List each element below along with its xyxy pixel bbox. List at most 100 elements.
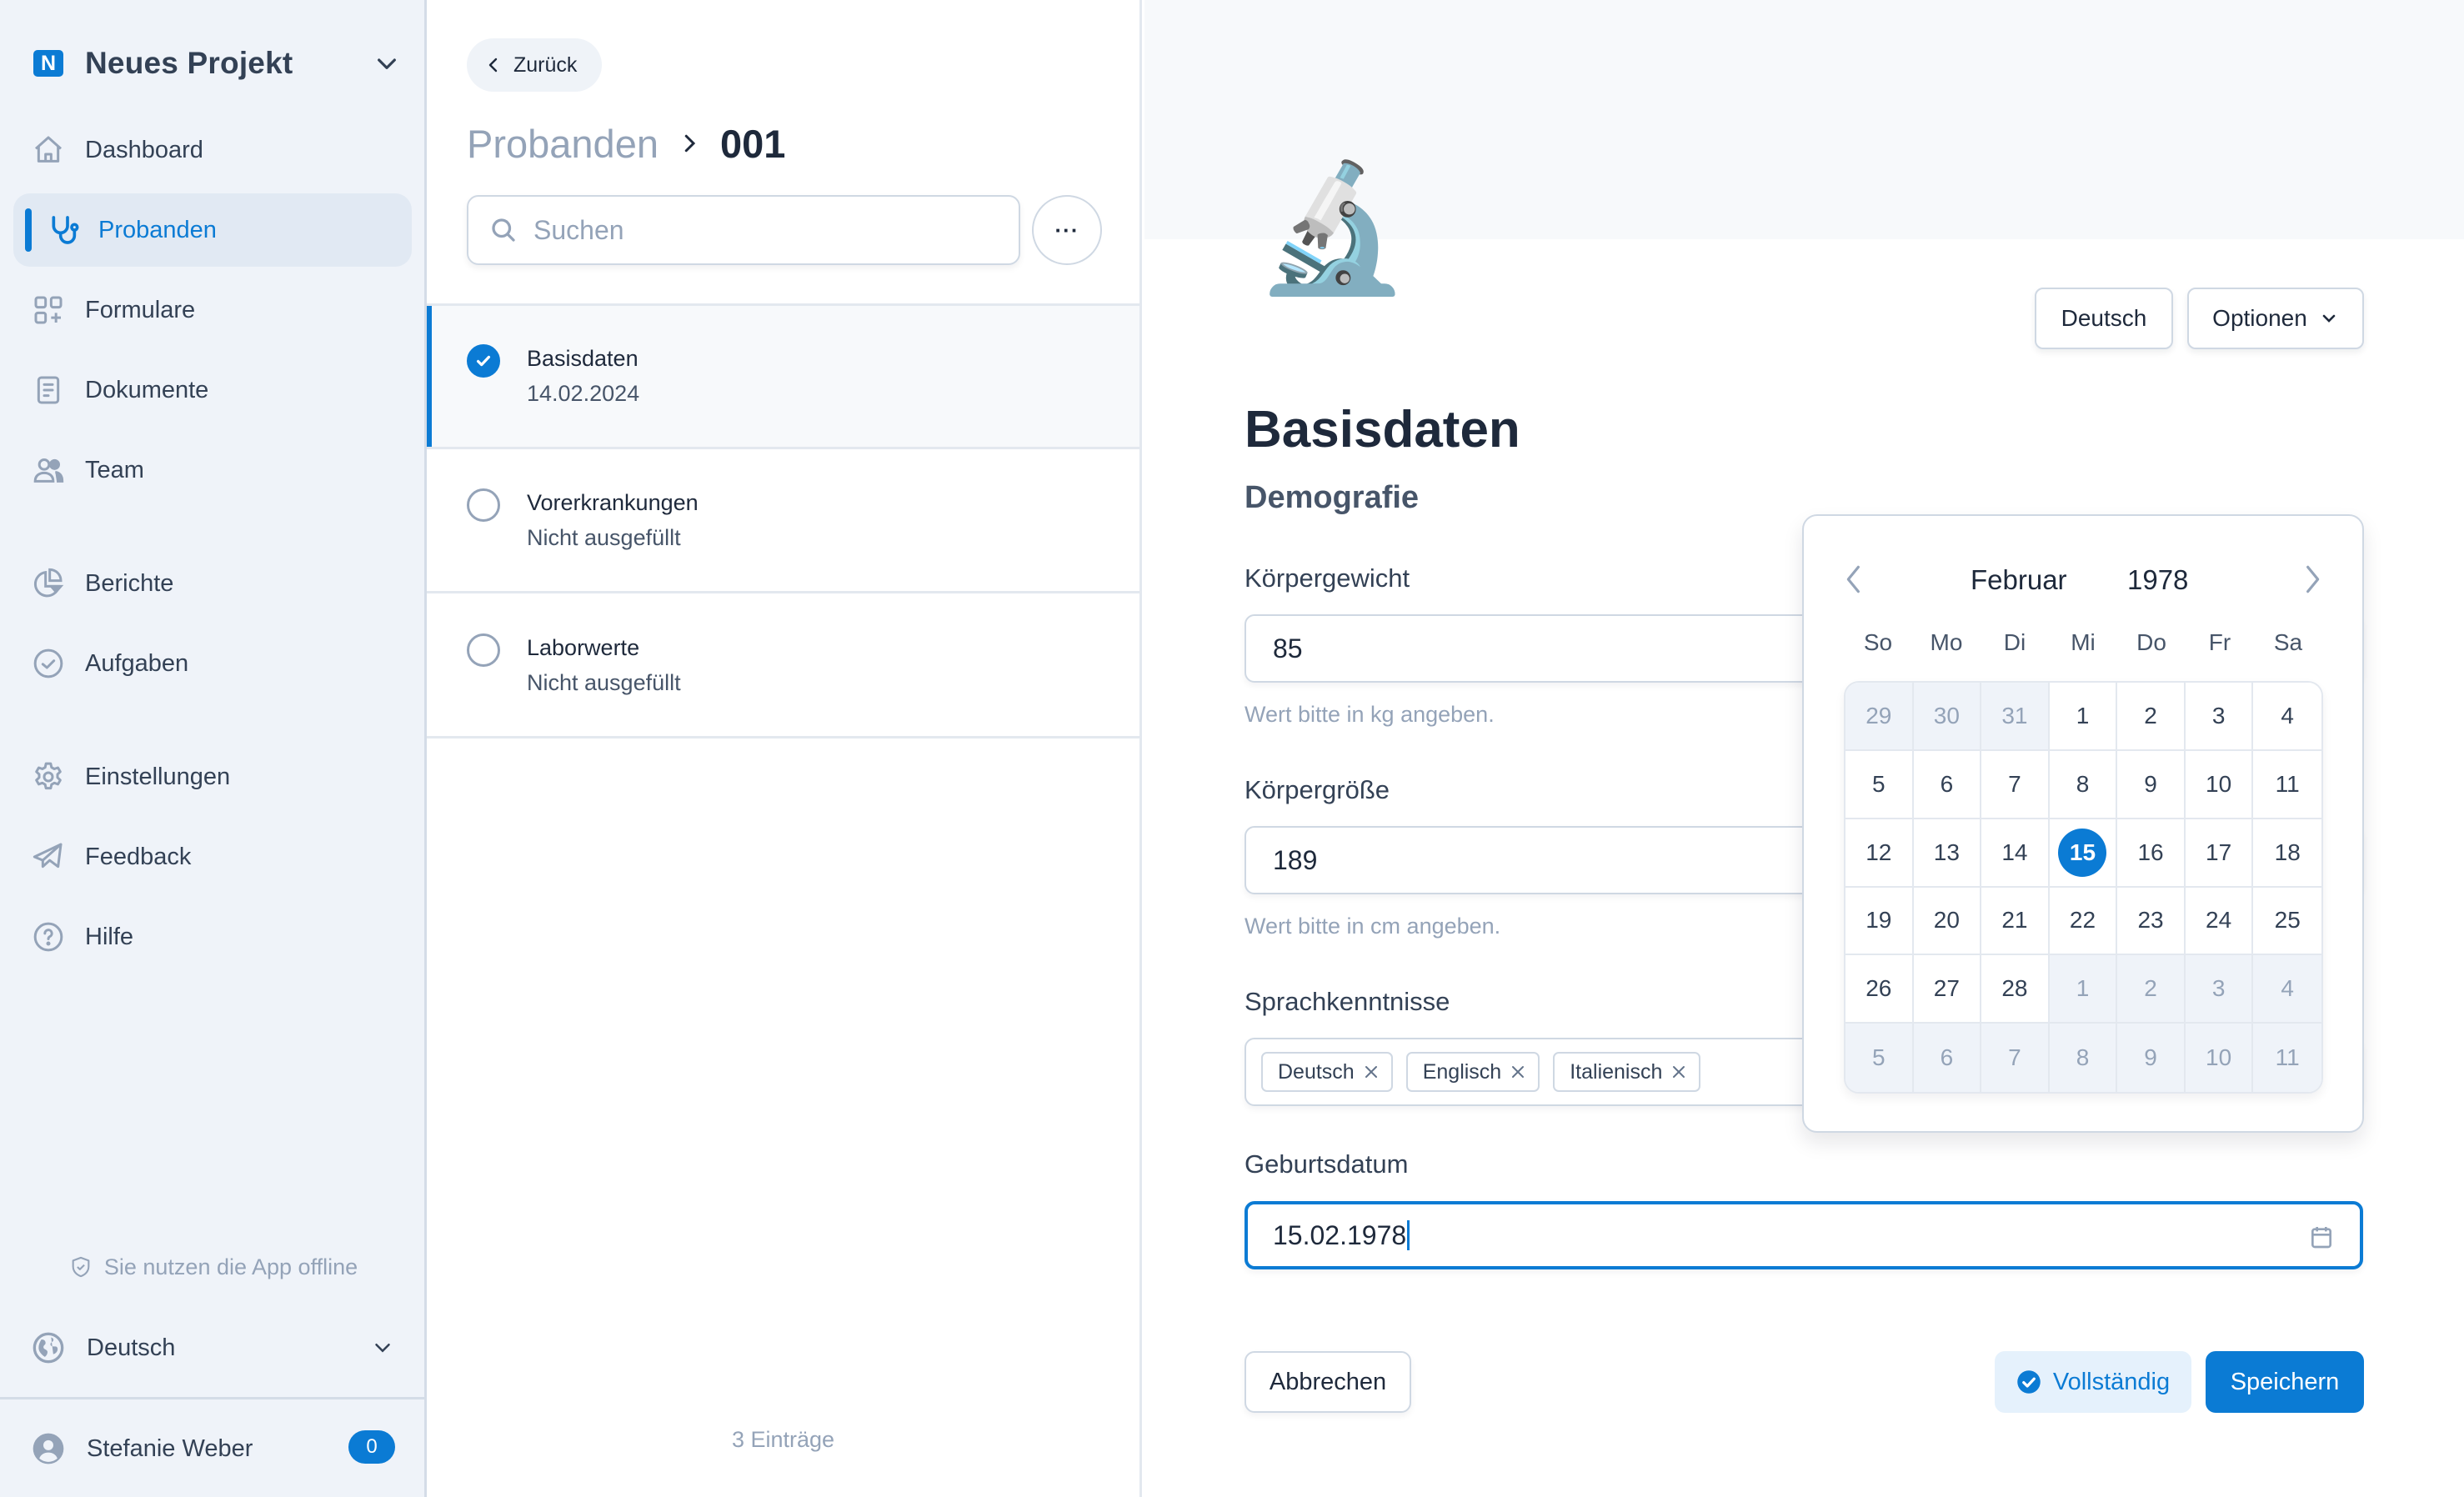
- back-button[interactable]: Zurück: [467, 38, 602, 92]
- project-switcher[interactable]: N Neues Projekt: [33, 42, 400, 85]
- calendar-day-selected[interactable]: 15: [2049, 819, 2118, 888]
- calendar-day[interactable]: 20: [1913, 887, 1982, 956]
- calendar-day[interactable]: 4: [2253, 955, 2321, 1024]
- calendar-day[interactable]: 1: [2049, 955, 2118, 1024]
- calendar-day[interactable]: 9: [2117, 750, 2186, 819]
- options-button[interactable]: Optionen: [2187, 288, 2364, 349]
- calendar-day[interactable]: 27: [1913, 955, 1982, 1024]
- list-item[interactable]: Basisdaten 14.02.2024: [427, 306, 1139, 449]
- user-profile[interactable]: Stefanie Weber 0: [32, 1429, 395, 1469]
- calendar-day[interactable]: 24: [2185, 887, 2254, 956]
- weekday-label: Fr: [2208, 629, 2231, 655]
- calendar-day[interactable]: 2: [2117, 683, 2186, 751]
- calendar-day-number: 31: [2001, 702, 2028, 728]
- remove-tag-icon[interactable]: [1670, 1064, 1687, 1080]
- calendar-day-number: 13: [1933, 839, 1960, 865]
- calendar-day[interactable]: 9: [2117, 1024, 2186, 1092]
- language-selector[interactable]: Deutsch: [32, 1329, 395, 1367]
- sidebar-item-label: Dokumente: [85, 376, 209, 403]
- language-tag: Italienisch: [1553, 1052, 1701, 1092]
- calendar-grid: 29 30 31 1 2 3 4 5 6 7 8 9 10 11 12 13 14 15 16 17 18 19 20 21 2…: [1844, 681, 2323, 1094]
- gear-icon: [35, 762, 62, 790]
- language-tag: Englisch: [1405, 1052, 1540, 1092]
- calendar-day[interactable]: 17: [2185, 819, 2254, 888]
- calendar-day[interactable]: 8: [2049, 1024, 2118, 1092]
- calendar-day[interactable]: 3: [2185, 683, 2254, 751]
- calendar-day[interactable]: 10: [2185, 750, 2254, 819]
- calendar-day[interactable]: 12: [1845, 819, 1914, 888]
- breadcrumb: Probanden 001: [467, 117, 785, 170]
- calendar-day-number: 30: [1933, 702, 1960, 728]
- calendar-day[interactable]: 31: [1981, 683, 2050, 751]
- calendar-day-number: 6: [1940, 770, 1954, 797]
- search-field[interactable]: [467, 195, 1020, 265]
- sidebar-item-einstellungen[interactable]: Einstellungen: [13, 740, 412, 814]
- sidebar-item-team[interactable]: Team: [13, 433, 412, 507]
- list-item-title: Laborwerte: [527, 635, 640, 660]
- list-item[interactable]: Laborwerte Nicht ausgefüllt: [427, 595, 1139, 738]
- tag-label: Englisch: [1422, 1059, 1502, 1084]
- save-button[interactable]: Speichern: [2206, 1351, 2364, 1413]
- calendar-day[interactable]: 2: [2117, 955, 2186, 1024]
- calendar-day[interactable]: 6: [1913, 750, 1982, 819]
- calendar-day[interactable]: 29: [1845, 683, 1914, 751]
- breadcrumb-parent[interactable]: Probanden: [467, 121, 659, 167]
- remove-tag-icon[interactable]: [1363, 1064, 1380, 1080]
- calendar-day[interactable]: 25: [2253, 887, 2321, 956]
- search-input[interactable]: [533, 214, 1000, 246]
- calendar-day[interactable]: 11: [2253, 1024, 2321, 1092]
- sidebar-item-hilfe[interactable]: Hilfe: [13, 900, 412, 974]
- calendar-day[interactable]: 7: [1981, 1024, 2050, 1092]
- calendar-day[interactable]: 4: [2253, 683, 2321, 751]
- sidebar-item-label: Feedback: [85, 843, 192, 870]
- cancel-button[interactable]: Abbrechen: [1245, 1351, 1411, 1413]
- previous-month-button[interactable]: [1842, 563, 1866, 596]
- sidebar-item-feedback[interactable]: Feedback: [13, 820, 412, 894]
- weekday-label: Sa: [2273, 629, 2303, 655]
- calendar-month[interactable]: Februar: [1971, 564, 2067, 596]
- calendar-day[interactable]: 22: [2049, 887, 2118, 956]
- calendar-icon[interactable]: [2308, 1223, 2335, 1251]
- list-item[interactable]: Vorerkrankungen Nicht ausgefüllt: [427, 450, 1139, 593]
- calendar-day[interactable]: 23: [2117, 887, 2186, 956]
- calendar-day[interactable]: 6: [1913, 1024, 1982, 1092]
- sidebar-item-formulare[interactable]: Formulare: [13, 273, 412, 347]
- notification-badge[interactable]: 0: [348, 1430, 395, 1464]
- calendar-day[interactable]: 5: [1845, 750, 1914, 819]
- sidebar-item-berichte[interactable]: Berichte: [13, 547, 412, 620]
- grid-plus-icon: [34, 296, 63, 324]
- stethoscope-icon: [52, 216, 79, 244]
- calendar-day[interactable]: 3: [2185, 955, 2254, 1024]
- complete-status-button[interactable]: Vollständig: [1995, 1351, 2191, 1413]
- calendar-day[interactable]: 28: [1981, 955, 2050, 1024]
- calendar-day[interactable]: 21: [1981, 887, 2050, 956]
- sidebar-item-probanden[interactable]: Probanden: [13, 193, 412, 267]
- users-icon: [33, 458, 64, 483]
- more-options-button[interactable]: ···: [1032, 195, 1102, 265]
- sidebar-item-aufgaben[interactable]: Aufgaben: [13, 627, 412, 700]
- calendar-day[interactable]: 7: [1981, 750, 2050, 819]
- calendar-year[interactable]: 1978: [2127, 564, 2188, 596]
- calendar-day[interactable]: 18: [2253, 819, 2321, 888]
- calendar-day[interactable]: 30: [1913, 683, 1982, 751]
- calendar-day-number: 4: [2281, 702, 2294, 728]
- calendar-day[interactable]: 5: [1845, 1024, 1914, 1092]
- sidebar-divider: [0, 1397, 425, 1399]
- calendar-day[interactable]: 26: [1845, 955, 1914, 1024]
- calendar-day[interactable]: 1: [2049, 683, 2118, 751]
- birthdate-input[interactable]: 15.02.1978: [1245, 1201, 2363, 1269]
- calendar-day[interactable]: 10: [2185, 1024, 2254, 1092]
- calendar-day[interactable]: 19: [1845, 887, 1914, 956]
- calendar-day[interactable]: 16: [2117, 819, 2186, 888]
- language-button[interactable]: Deutsch: [2035, 288, 2173, 349]
- sidebar: N Neues Projekt Dashboard Probanden Form…: [0, 0, 427, 1497]
- sidebar-item-dokumente[interactable]: Dokumente: [13, 353, 412, 427]
- calendar-day[interactable]: 8: [2049, 750, 2118, 819]
- calendar-day[interactable]: 14: [1981, 819, 2050, 888]
- weekday-header: So Mo Di Mi Do Fr Sa: [1844, 629, 2322, 656]
- sidebar-item-dashboard[interactable]: Dashboard: [13, 113, 412, 187]
- next-month-button[interactable]: [2301, 563, 2324, 596]
- calendar-day[interactable]: 13: [1913, 819, 1982, 888]
- remove-tag-icon[interactable]: [1510, 1064, 1526, 1080]
- calendar-day[interactable]: 11: [2253, 750, 2321, 819]
